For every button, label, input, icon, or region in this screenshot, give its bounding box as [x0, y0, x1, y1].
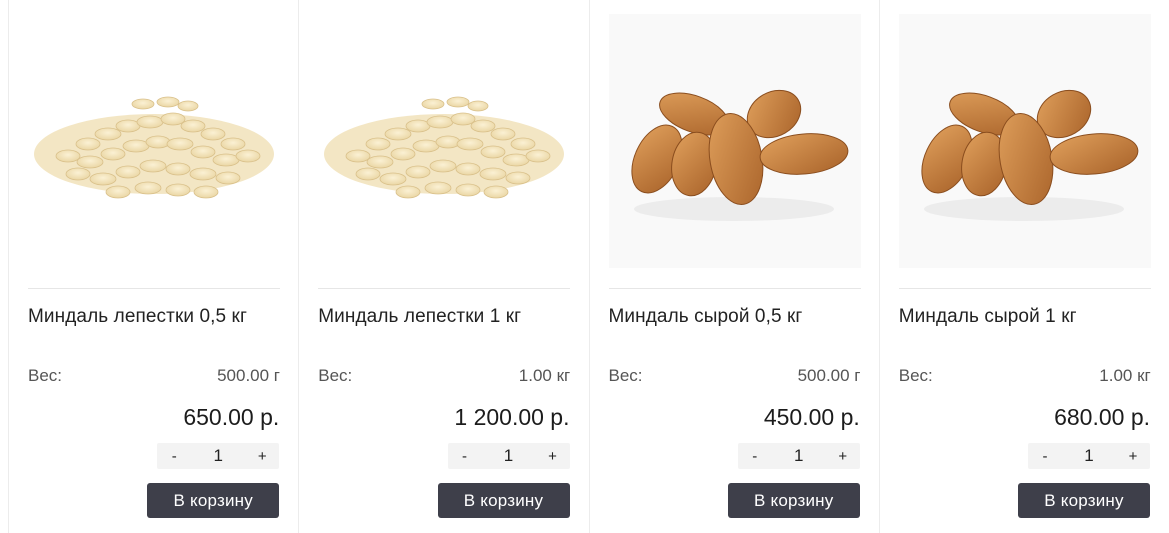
weight-row: Вес: 500.00 г — [609, 366, 861, 386]
add-to-cart-button[interactable]: В корзину — [437, 483, 570, 518]
weight-label: Вес: — [28, 366, 63, 385]
weight-value: 500.00 г — [797, 366, 861, 385]
product-title[interactable]: Миндаль лепестки 1 кг — [318, 306, 578, 328]
add-to-cart-button[interactable]: В корзину — [727, 483, 860, 518]
product-card: Миндаль сырой 0,5 кг Вес: 500.00 г 450.0… — [588, 0, 879, 533]
product-card: Миндаль лепестки 0,5 кг Вес: 500.00 г 65… — [8, 0, 298, 533]
add-to-cart-button[interactable]: В корзину — [147, 483, 280, 518]
product-image[interactable] — [608, 14, 861, 268]
add-to-cart-button[interactable]: В корзину — [1018, 483, 1150, 518]
product-title[interactable]: Миндаль лепестки 0,5 кг — [28, 306, 288, 328]
product-card: Миндаль лепестки 1 кг Вес: 1.00 кг 1 200… — [298, 0, 588, 533]
weight-label: Вес: — [608, 366, 643, 385]
quantity-value[interactable]: 1 — [1084, 446, 1093, 466]
quantity-stepper: - 1 + — [447, 443, 570, 469]
weight-label: Вес: — [318, 366, 353, 385]
product-price: 680.00 р. — [1054, 404, 1150, 430]
decrement-button[interactable]: - — [1038, 448, 1052, 465]
raw-almonds-image — [921, 89, 1139, 221]
increment-button[interactable]: + — [836, 448, 850, 465]
quantity-value[interactable]: 1 — [794, 446, 803, 466]
weight-row: Вес: 500.00 г — [28, 366, 280, 386]
increment-button[interactable]: + — [255, 448, 269, 465]
weight-value: 500.00 г — [217, 366, 280, 385]
weight-row: Вес: 1.00 кг — [899, 366, 1151, 386]
quantity-value[interactable]: 1 — [214, 446, 223, 466]
flaked-almonds-image — [34, 96, 274, 199]
decrement-button[interactable]: - — [458, 448, 472, 465]
raw-almonds-image — [630, 89, 848, 221]
quantity-stepper: - 1 + — [157, 443, 280, 469]
increment-button[interactable]: + — [1126, 448, 1140, 465]
divider — [608, 288, 861, 289]
product-price: 1 200.00 р. — [454, 404, 570, 430]
divider — [28, 288, 280, 289]
product-image[interactable] — [28, 14, 280, 268]
weight-label: Вес: — [898, 366, 933, 385]
divider — [898, 288, 1151, 289]
quantity-value[interactable]: 1 — [504, 446, 513, 466]
decrement-button[interactable]: - — [748, 448, 762, 465]
divider — [318, 288, 571, 289]
weight-value: 1.00 кг — [1099, 366, 1151, 385]
product-title[interactable]: Миндаль сырой 0,5 кг — [609, 306, 869, 328]
weight-value: 1.00 кг — [518, 366, 571, 385]
decrement-button[interactable]: - — [167, 448, 181, 465]
product-price: 650.00 р. — [183, 404, 280, 430]
weight-row: Вес: 1.00 кг — [318, 366, 570, 386]
product-grid: Миндаль лепестки 0,5 кг Вес: 500.00 г 65… — [8, 0, 1169, 533]
flaked-almonds-image — [324, 96, 565, 199]
product-image[interactable] — [318, 14, 571, 268]
quantity-stepper: - 1 + — [1028, 443, 1150, 469]
quantity-stepper: - 1 + — [737, 443, 860, 469]
product-title[interactable]: Миндаль сырой 1 кг — [899, 306, 1159, 328]
product-card: Миндаль сырой 1 кг Вес: 1.00 кг 680.00 р… — [878, 0, 1169, 533]
product-image[interactable] — [898, 14, 1151, 268]
increment-button[interactable]: + — [546, 448, 560, 465]
product-price: 450.00 р. — [763, 404, 860, 430]
